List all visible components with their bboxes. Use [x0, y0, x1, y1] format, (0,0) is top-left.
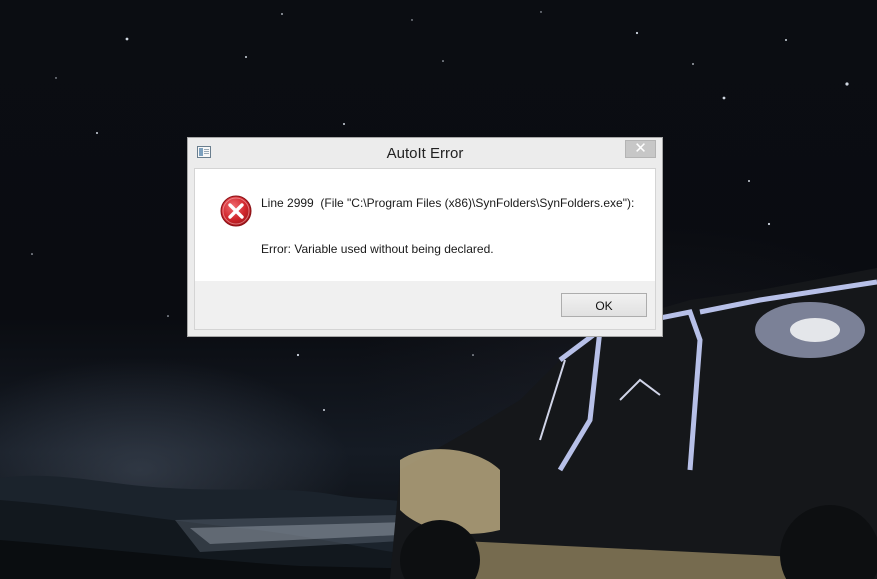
- error-x-icon: [220, 195, 252, 227]
- dialog-title: AutoIt Error: [386, 145, 464, 162]
- dialog-content: Line 2999 (File "C:\Program Files (x86)\…: [194, 168, 656, 330]
- autoit-error-dialog: AutoIt Error ✕ Line 2999 (File "C:\Progr…: [187, 137, 663, 337]
- close-icon: ✕: [634, 140, 647, 157]
- close-button[interactable]: ✕: [625, 140, 656, 158]
- dialog-titlebar[interactable]: AutoIt Error ✕: [188, 138, 662, 168]
- error-message-location: Line 2999 (File "C:\Program Files (x86)\…: [261, 196, 635, 210]
- ok-button[interactable]: OK: [561, 293, 647, 317]
- error-message-description: Error: Variable used without being decla…: [261, 242, 494, 256]
- message-area: Line 2999 (File "C:\Program Files (x86)\…: [195, 169, 655, 281]
